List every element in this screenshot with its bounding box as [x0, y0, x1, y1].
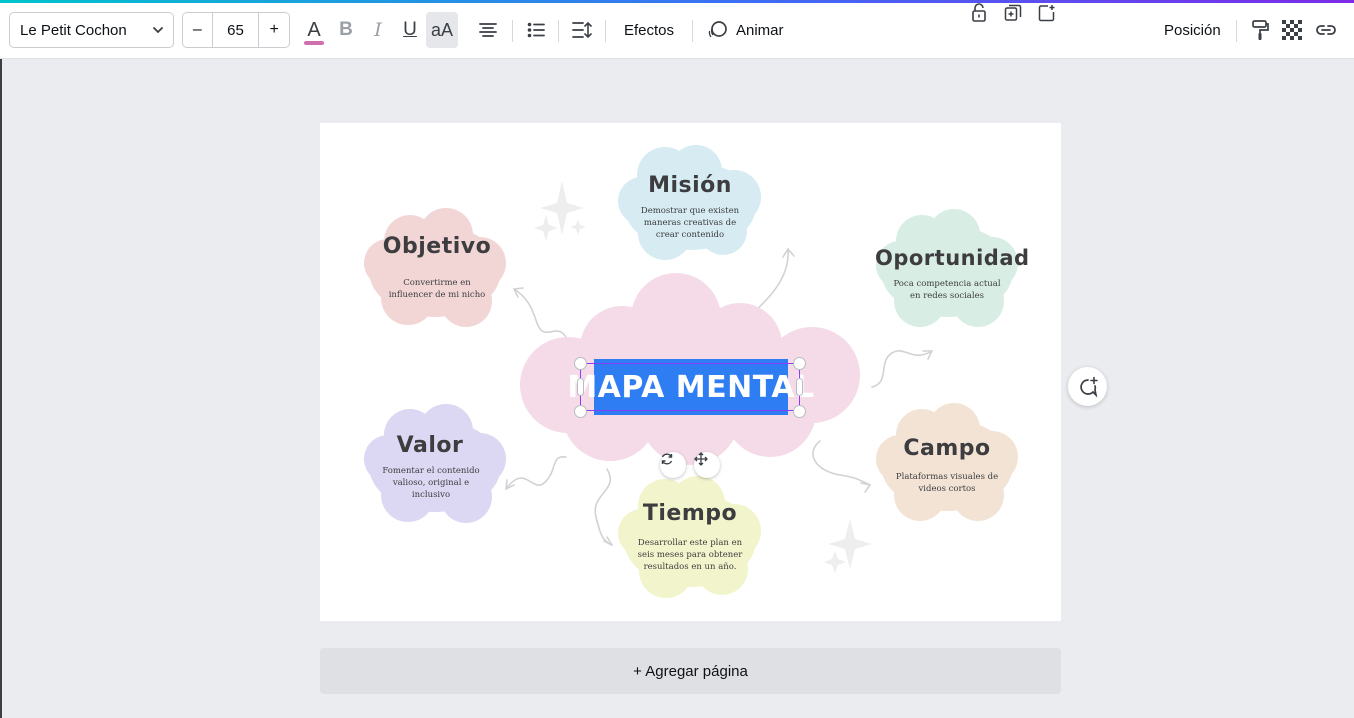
node-line: maneras creativas de — [643, 218, 737, 228]
bold-button[interactable]: B — [330, 12, 362, 48]
node-title-campo: Campo — [903, 436, 991, 461]
node-cloud-mision — [618, 145, 761, 260]
increase-font-size-button[interactable]: + — [259, 13, 289, 47]
node-line: Desarrollar este plan en — [637, 538, 743, 548]
toolbar-divider — [512, 20, 513, 42]
align-center-icon — [479, 23, 497, 37]
node-line: Fomentar el contenido — [382, 466, 480, 476]
font-size-stepper: – 65 + — [182, 12, 290, 48]
resize-handle-left[interactable] — [577, 378, 584, 396]
node-title-oportunidad: Oportunidad — [875, 246, 1030, 270]
magic-comment-icon — [1079, 376, 1098, 398]
text-color-icon: A — [304, 19, 325, 45]
node-line: Plataformas visuales de — [895, 472, 999, 482]
bold-icon: B — [339, 19, 353, 40]
node-line: Convertirme en — [403, 278, 471, 288]
node-line: Poca competencia actual — [893, 279, 1001, 289]
selection-frame — [580, 363, 800, 411]
node-title-mision: Misión — [648, 173, 732, 198]
node-text-objetivo: Convertirme en influencer de mi nicho — [365, 277, 509, 301]
font-size-input[interactable]: 65 — [213, 13, 260, 47]
node-line: resultados en un año. — [643, 562, 737, 572]
spacing-button[interactable] — [566, 12, 598, 48]
node-line: inclusivo — [411, 490, 451, 500]
move-icon — [694, 452, 708, 466]
decrease-font-size-button[interactable]: – — [183, 13, 213, 47]
toolbar-divider — [558, 20, 559, 42]
node-line: influencer de mi nicho — [388, 290, 486, 300]
underline-icon: U — [403, 19, 417, 40]
underline-button[interactable]: U — [394, 12, 426, 48]
text-toolbar: Le Petit Cochon – 65 + A B I U aA Efecto… — [0, 3, 1354, 59]
resize-handle-bottom-right[interactable] — [793, 405, 806, 418]
chevron-down-icon — [153, 27, 163, 34]
node-text-oportunidad: Poca competencia actual en redes sociale… — [877, 278, 1017, 302]
rotate-button[interactable] — [660, 452, 686, 478]
lock-icon — [972, 3, 986, 22]
node-line: en redes sociales — [910, 291, 984, 301]
duplicate-page-button[interactable] — [1000, 0, 1026, 26]
animate-icon — [708, 21, 727, 38]
paint-roller-icon — [1252, 20, 1269, 40]
resize-handle-top-right[interactable] — [793, 357, 806, 370]
italic-icon: I — [374, 19, 382, 41]
position-button[interactable]: Posición — [1158, 12, 1227, 48]
toolbar-divider — [692, 20, 693, 42]
node-text-mision: Demostrar que existen maneras creativas … — [620, 205, 760, 241]
node-cloud-campo — [876, 403, 1018, 521]
node-text-tiempo: Desarrollar este plan en seis meses para… — [620, 537, 760, 573]
animate-button[interactable]: Animar — [702, 12, 790, 48]
node-title-tiempo: Tiempo — [642, 501, 738, 526]
node-title-objetivo: Objetivo — [382, 234, 492, 259]
font-family-value: Le Petit Cochon — [20, 21, 127, 39]
resize-handle-bottom-left[interactable] — [574, 405, 587, 418]
text-color-button[interactable]: A — [298, 12, 330, 48]
node-line: crear contenido — [655, 230, 725, 240]
resize-handle-right[interactable] — [796, 378, 803, 396]
transparency-button[interactable] — [1276, 12, 1308, 48]
add-page-button[interactable]: + Agregar página — [320, 648, 1061, 694]
font-family-select[interactable]: Le Petit Cochon — [9, 12, 174, 48]
toolbar-divider — [1236, 20, 1237, 42]
transparency-icon — [1282, 20, 1302, 40]
node-cloud-objetivo — [364, 208, 506, 327]
node-title-valor: Valor — [396, 433, 464, 458]
node-line: videos cortos — [918, 484, 976, 494]
node-line: seis meses para obtener — [637, 550, 743, 560]
letter-case-button[interactable]: aA — [426, 12, 458, 48]
node-text-campo: Plataformas visuales de videos cortos — [877, 471, 1017, 495]
node-line: valioso, original e — [392, 478, 470, 488]
italic-button[interactable]: I — [362, 12, 394, 48]
node-cloud-valor — [364, 404, 506, 523]
bulleted-list-icon — [527, 22, 545, 38]
copy-style-button[interactable] — [1244, 12, 1276, 48]
add-page-icon — [1038, 5, 1055, 22]
window-edge — [0, 59, 2, 718]
magic-comment-button[interactable] — [1068, 367, 1107, 406]
node-line: Demostrar que existen — [640, 206, 740, 216]
list-button[interactable] — [520, 12, 552, 48]
resize-handle-top-left[interactable] — [574, 357, 587, 370]
design-canvas[interactable]: Misión Demostrar que existen maneras cre… — [320, 123, 1061, 621]
animate-label: Animar — [736, 21, 784, 39]
duplicate-icon — [1004, 4, 1022, 21]
node-text-valor: Fomentar el contenido valioso, original … — [364, 465, 498, 501]
toolbar-divider — [605, 20, 606, 42]
move-button[interactable] — [694, 452, 720, 478]
effects-button[interactable]: Efectos — [618, 12, 680, 48]
align-button[interactable] — [472, 12, 504, 48]
letter-case-icon: aA — [430, 19, 454, 40]
spacing-icon — [572, 21, 592, 39]
link-icon — [1316, 25, 1336, 35]
link-button[interactable] — [1310, 12, 1342, 48]
add-page-top-button[interactable] — [1034, 0, 1060, 26]
rotate-icon — [661, 453, 673, 465]
lock-page-button[interactable] — [966, 0, 992, 26]
